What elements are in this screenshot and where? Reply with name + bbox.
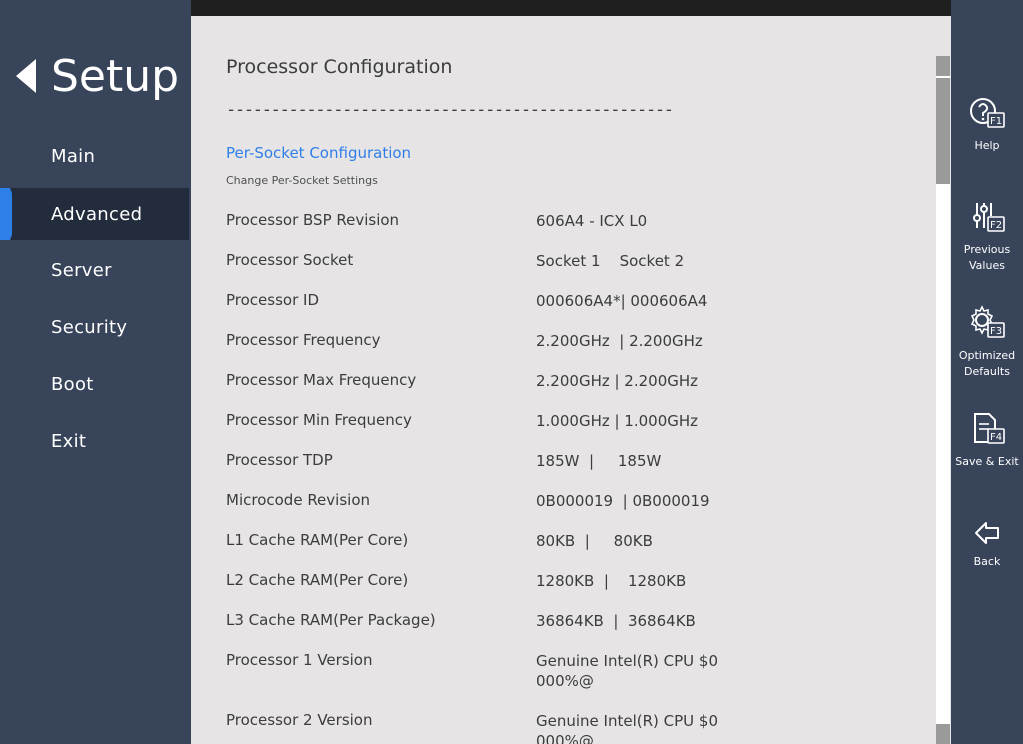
- row-label: Processor 1 Version: [226, 651, 373, 669]
- back-triangle-icon: [16, 59, 36, 93]
- title-divider: ----------------------------------------…: [226, 100, 674, 120]
- row-label: Processor TDP: [226, 451, 333, 469]
- nav-item-label: Security: [51, 316, 128, 338]
- save-exit-label: Save & Exit: [955, 455, 1019, 468]
- previous-values-button[interactable]: F2 Previous Values: [951, 198, 1023, 274]
- row-value: Socket 1 Socket 2: [536, 252, 685, 270]
- row-label: Processor Frequency: [226, 331, 381, 349]
- row-label: Processor BSP Revision: [226, 211, 400, 229]
- row-label: L1 Cache RAM(Per Core): [226, 531, 409, 549]
- nav-item-advanced[interactable]: Advanced: [0, 188, 189, 240]
- row-value: 1.000GHz | 1.000GHz: [536, 412, 699, 430]
- row-label: Microcode Revision: [226, 491, 371, 509]
- back-button[interactable]: Back: [951, 516, 1023, 570]
- row-value: 2.200GHz | 2.200GHz: [536, 332, 703, 350]
- row-value: 606A4 - ICX L0: [536, 212, 648, 230]
- row-label: Processor Socket: [226, 251, 354, 269]
- nav-item-main[interactable]: Main: [0, 130, 189, 182]
- row-value: 2.200GHz | 2.200GHz: [536, 372, 699, 390]
- optimized-defaults-button[interactable]: F3 Optimized Defaults: [951, 304, 1023, 380]
- row-value: Genuine Intel(R) CPU $0 000%@: [536, 652, 723, 690]
- sliders-icon: F2: [973, 203, 1005, 232]
- row-value: 80KB | 80KB: [536, 532, 653, 550]
- setup-back-button[interactable]: Setup: [16, 48, 179, 104]
- row-label: Processor ID: [226, 291, 319, 309]
- row-value: 000606A4*| 000606A4: [536, 292, 708, 310]
- per-socket-config-help: Change Per-Socket Settings: [226, 174, 378, 187]
- previous-values-label: Previous Values: [963, 243, 1011, 272]
- row-value: Genuine Intel(R) CPU $0 000%@: [536, 712, 723, 744]
- row-label: Processor Max Frequency: [226, 371, 417, 389]
- nav-item-label: Advanced: [51, 203, 143, 225]
- svg-text:F4: F4: [990, 432, 1002, 443]
- optimized-defaults-label: Optimized Defaults: [958, 349, 1016, 378]
- scroll-down-arrow[interactable]: [936, 724, 950, 744]
- svg-text:F2: F2: [990, 220, 1002, 231]
- row-label: L2 Cache RAM(Per Core): [226, 571, 409, 589]
- nav-item-exit[interactable]: Exit: [0, 415, 189, 467]
- content-panel: Processor Configuration ----------------…: [191, 16, 951, 744]
- help-label: Help: [974, 139, 1000, 152]
- row-value: 36864KB | 36864KB: [536, 612, 696, 630]
- top-bar: [191, 0, 951, 16]
- save-document-icon: F4: [974, 413, 1005, 444]
- nav-item-label: Exit: [51, 430, 87, 452]
- svg-text:F3: F3: [990, 326, 1002, 337]
- row-label: L3 Cache RAM(Per Package): [226, 611, 436, 629]
- right-toolbar: F1 Help F2 Previous Values F3 Optimized …: [951, 0, 1023, 744]
- row-value: 1280KB | 1280KB: [536, 572, 687, 590]
- back-arrow-icon: [975, 522, 999, 544]
- nav-item-label: Main: [51, 145, 96, 167]
- svg-text:F1: F1: [990, 116, 1002, 127]
- active-marker-icon: [0, 188, 12, 240]
- back-label: Back: [973, 555, 1001, 568]
- nav-item-label: Server: [51, 259, 112, 281]
- help-button[interactable]: F1 Help: [951, 94, 1023, 154]
- sidebar: Setup Main Advanced Server Security Boot…: [0, 0, 191, 744]
- help-icon: F1: [970, 98, 1005, 128]
- scroll-up-arrow[interactable]: [936, 56, 950, 76]
- content-scrollbar[interactable]: [936, 56, 950, 744]
- nav-item-boot[interactable]: Boot: [0, 358, 189, 410]
- row-value: 0B000019 | 0B000019: [536, 492, 710, 510]
- setup-title: Setup: [51, 50, 180, 102]
- nav-item-security[interactable]: Security: [0, 301, 189, 353]
- row-label: Processor 2 Version: [226, 711, 373, 729]
- save-exit-button[interactable]: F4 Save & Exit: [951, 410, 1023, 470]
- per-socket-config-link[interactable]: Per-Socket Configuration: [226, 144, 411, 162]
- scroll-thumb[interactable]: [936, 78, 950, 184]
- row-value: 185W | 185W: [536, 452, 662, 470]
- row-label: Processor Min Frequency: [226, 411, 412, 429]
- page-title: Processor Configuration: [226, 56, 453, 78]
- nav-item-server[interactable]: Server: [0, 244, 189, 296]
- gear-icon: F3: [970, 305, 1005, 338]
- nav-item-label: Boot: [51, 373, 94, 395]
